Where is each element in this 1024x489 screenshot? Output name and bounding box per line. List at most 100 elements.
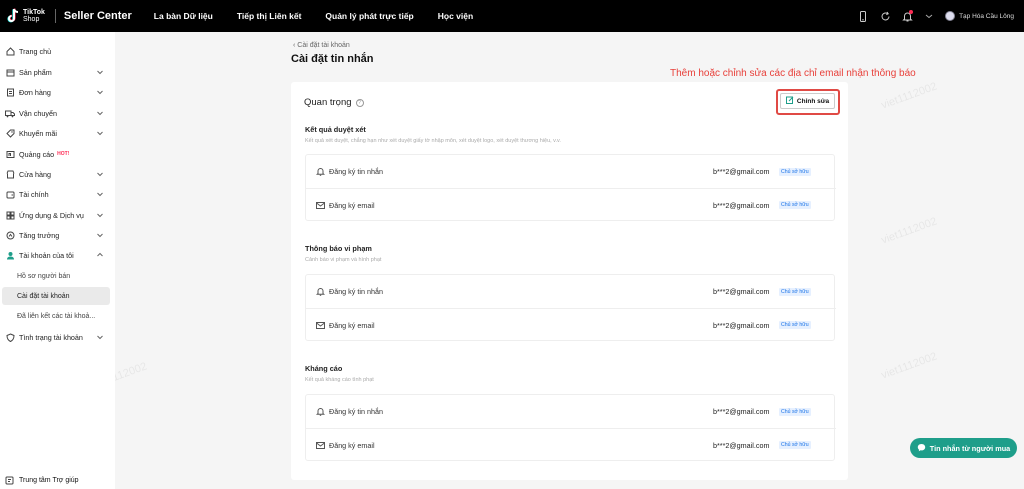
- help-center-label: Trung tâm Trợ giúp: [19, 476, 79, 484]
- breadcrumb-label: Cài đặt tài khoản: [297, 42, 350, 49]
- sidebar-item-label: Tài khoản của tôi: [19, 250, 74, 260]
- top-nav: La bàn Dữ liệu Tiếp thị Liên kết Quản lý…: [154, 11, 497, 21]
- sidebar-item-orders[interactable]: Đơn hàng: [0, 84, 115, 100]
- subscription-row[interactable]: Đăng ký email b***2@gmail.com Chủ sở hữu: [306, 188, 836, 221]
- section-title: Quan trọng ?: [304, 97, 364, 108]
- logo-text-line1: TikTok: [23, 9, 45, 16]
- shield-icon: [5, 332, 15, 342]
- sidebar-item-products[interactable]: Sản phẩm: [0, 64, 115, 80]
- sidebar-item-label: Vận chuyển: [19, 108, 57, 118]
- bell-icon: [316, 287, 325, 296]
- help-center-icon: [5, 475, 15, 485]
- buyer-messages-button[interactable]: Tin nhắn từ người mua: [910, 438, 1017, 458]
- nav-academy[interactable]: Học viện: [438, 11, 473, 21]
- row-email: b***2@gmail.com: [713, 287, 770, 296]
- annotation-note: Thêm hoặc chỉnh sửa các địa chỉ email nh…: [670, 68, 916, 79]
- sidebar-item-home[interactable]: Trang chủ: [0, 43, 115, 59]
- sidebar-subitem-linked-accounts[interactable]: Đã liên kết các tài khoả...: [2, 307, 110, 325]
- store-icon: [5, 169, 15, 179]
- sidebar-item-account-health[interactable]: Tình trạng tài khoản: [0, 329, 115, 345]
- refresh-icon[interactable]: [879, 10, 891, 22]
- truck-icon: [5, 108, 15, 118]
- logo-text-line2: Shop: [23, 16, 40, 23]
- row-label: Đăng ký tin nhắn: [329, 407, 383, 416]
- sidebar-item-growth[interactable]: Tăng trưởng: [0, 227, 115, 243]
- owner-badge: Chủ sở hữu: [779, 441, 811, 449]
- logo-separator: [54, 9, 56, 23]
- chevron-down-icon: [96, 129, 104, 139]
- bell-icon[interactable]: [901, 10, 914, 22]
- phone-icon[interactable]: [857, 10, 869, 22]
- sidebar-item-label: Tăng trưởng: [19, 230, 60, 240]
- ads-icon: [5, 149, 15, 159]
- bell-icon: [316, 167, 325, 176]
- chat-icon: [917, 443, 926, 454]
- subscription-row[interactable]: Đăng ký tin nhắn b***2@gmail.com Chủ sở …: [306, 395, 836, 428]
- sidebar-subitem-seller-profile[interactable]: Hồ sơ người bán: [2, 267, 110, 285]
- box-icon: [5, 67, 15, 77]
- sidebar-item-apps-services[interactable]: Ứng dụng & Dịch vụ: [0, 207, 115, 223]
- sidebar-item-shipping[interactable]: Vận chuyển: [0, 105, 115, 121]
- edit-button[interactable]: Chỉnh sửa: [780, 93, 835, 109]
- row-label: Đăng ký tin nhắn: [329, 287, 383, 296]
- growth-icon: [5, 230, 15, 240]
- subscription-row[interactable]: Đăng ký email b***2@gmail.com Chủ sở hữu: [306, 428, 836, 461]
- sidebar-item-store[interactable]: Cửa hàng: [0, 166, 115, 182]
- subscription-row[interactable]: Đăng ký tin nhắn b***2@gmail.com Chủ sở …: [306, 275, 836, 308]
- owner-badge: Chủ sở hữu: [779, 201, 811, 209]
- row-label: Đăng ký tin nhắn: [329, 167, 383, 176]
- subscription-row[interactable]: Đăng ký tin nhắn b***2@gmail.com Chủ sở …: [306, 155, 836, 188]
- sidebar-item-label: Ứng dụng & Dịch vụ: [19, 210, 84, 220]
- top-right-tools: Tạp Hóa Cầu Lông: [857, 0, 1014, 32]
- subscription-box: Đăng ký tin nhắn b***2@gmail.com Chủ sở …: [305, 154, 836, 221]
- subscription-row[interactable]: Đăng ký email b***2@gmail.com Chủ sở hữu: [306, 308, 836, 341]
- sidebar-item-promotions[interactable]: Khuyến mãi: [0, 125, 115, 141]
- help-center-link[interactable]: Trung tâm Trợ giúp: [0, 475, 79, 485]
- sidebar-item-my-account[interactable]: Tài khoản của tôi: [0, 247, 115, 263]
- home-icon: [5, 46, 15, 56]
- sidebar-item-label: Cửa hàng: [19, 169, 51, 179]
- sidebar-item-label: Trang chủ: [19, 46, 52, 56]
- row-label: Đăng ký email: [329, 200, 375, 210]
- subscription-box: Đăng ký tin nhắn b***2@gmail.com Chủ sở …: [305, 274, 836, 341]
- nav-data-compass[interactable]: La bàn Dữ liệu: [154, 11, 213, 21]
- chevron-down-icon: [96, 333, 104, 343]
- chevron-down-icon: [96, 190, 104, 200]
- owner-badge: Chủ sở hữu: [779, 167, 811, 176]
- sidebar-item-ads[interactable]: Quảng cáo HOT!: [0, 146, 115, 162]
- bell-icon: [316, 407, 325, 416]
- owner-badge: Chủ sở hữu: [779, 321, 811, 329]
- chevron-down-icon[interactable]: [923, 10, 935, 22]
- question-icon[interactable]: ?: [355, 98, 364, 107]
- chevron-down-icon: [96, 231, 104, 241]
- group-title: Kháng cáo: [305, 364, 343, 373]
- row-email: b***2@gmail.com: [713, 200, 770, 210]
- logo-text: TikTok Shop: [23, 9, 45, 23]
- breadcrumb[interactable]: ‹ Cài đặt tài khoản: [293, 42, 350, 49]
- watermark: viet1112002: [879, 350, 939, 382]
- sidebar-item-label: Khuyến mãi: [19, 128, 57, 138]
- sidebar-item-label: Tài chính: [19, 189, 49, 199]
- avatar: [945, 11, 956, 21]
- edit-button-label: Chỉnh sửa: [796, 97, 830, 105]
- apps-icon: [5, 210, 15, 220]
- row-email: b***2@gmail.com: [713, 407, 770, 416]
- chevron-down-icon: [96, 109, 104, 119]
- group-description: Kết quả xét duyệt, chẳng hạn như xét duy…: [305, 138, 561, 144]
- chevron-down-icon: [96, 88, 104, 98]
- hot-badge: HOT!: [57, 151, 70, 157]
- promo-icon: [5, 128, 15, 138]
- mail-icon: [316, 321, 325, 330]
- shop-account[interactable]: Tạp Hóa Cầu Lông: [945, 11, 1014, 21]
- nav-affiliate[interactable]: Tiếp thị Liên kết: [237, 11, 302, 21]
- chevron-down-icon: [96, 170, 104, 180]
- group-title: Thông báo vi phạm: [305, 244, 372, 253]
- tiktok-shop-logo[interactable]: TikTok Shop Seller Center: [6, 0, 132, 32]
- sidebar-item-label: Sản phẩm: [19, 67, 52, 77]
- sidebar-item-finance[interactable]: Tài chính: [0, 186, 115, 202]
- group-title: Kết quả duyệt xét: [305, 125, 366, 134]
- sidebar-subitem-account-settings[interactable]: Cài đặt tài khoản: [2, 287, 110, 305]
- row-email: b***2@gmail.com: [713, 167, 770, 176]
- nav-live-management[interactable]: Quản lý phát trực tiếp: [325, 11, 413, 21]
- row-label: Đăng ký email: [329, 440, 375, 450]
